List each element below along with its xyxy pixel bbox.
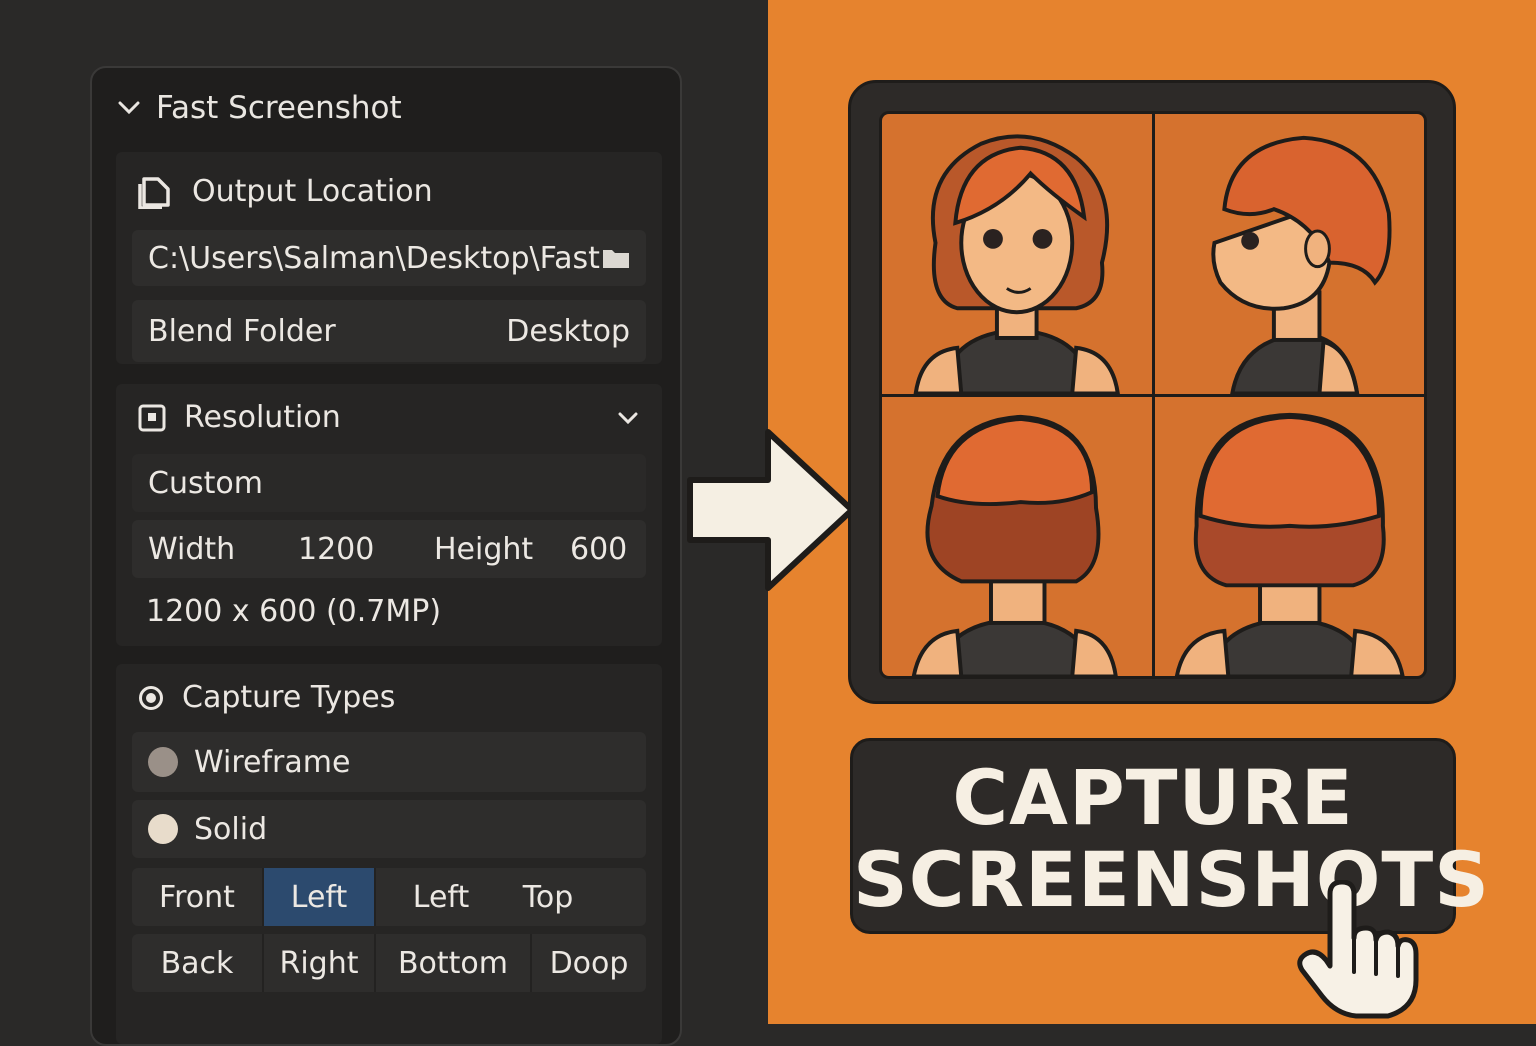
solid-label: Solid bbox=[194, 811, 268, 847]
capture-types-section: Capture Types Wireframe Solid Front Left… bbox=[116, 664, 662, 1044]
arrow-right-icon bbox=[687, 429, 855, 591]
folder-icon[interactable] bbox=[602, 247, 630, 269]
view-buttons-row-2: Back Right Bottom Doop bbox=[132, 934, 646, 992]
width-label: Width bbox=[148, 531, 236, 567]
back-view-image bbox=[1154, 396, 1424, 676]
resolution-size-row: Width 1200 Height 600 bbox=[132, 520, 646, 578]
panel-title: Fast Screenshot bbox=[156, 90, 402, 126]
cta-line-1: CAPTURE bbox=[952, 753, 1354, 842]
blend-folder-field[interactable]: Blend Folder Desktop bbox=[132, 300, 646, 362]
view-bottom-button[interactable]: Bottom bbox=[374, 934, 530, 992]
front-view-image bbox=[882, 114, 1152, 394]
solid-radio[interactable] bbox=[148, 814, 178, 844]
wireframe-radio[interactable] bbox=[148, 747, 178, 777]
output-location-header: Output Location bbox=[138, 174, 433, 209]
view-doop-button[interactable]: Doop bbox=[530, 934, 646, 992]
resolution-section: Resolution Custom Width 1200 Height 600 … bbox=[116, 384, 662, 646]
view-left-alt-button[interactable]: Left bbox=[374, 868, 506, 926]
view-buttons-row-1: Front Left Left Top bbox=[132, 868, 646, 926]
height-label: Height bbox=[434, 531, 534, 567]
capture-types-title: Capture Types bbox=[182, 680, 396, 715]
output-location-title: Output Location bbox=[192, 174, 433, 209]
file-icon bbox=[138, 176, 170, 209]
resolution-header[interactable]: Resolution bbox=[138, 400, 638, 435]
back-left-view-image bbox=[882, 396, 1152, 676]
view-grid bbox=[879, 111, 1427, 679]
blend-folder-label: Blend Folder bbox=[148, 313, 336, 349]
height-input[interactable]: 600 bbox=[570, 532, 627, 567]
output-path-value: C:\Users\Salman\Desktop\Fast bbox=[148, 240, 600, 276]
view-back-button[interactable]: Back bbox=[132, 934, 262, 992]
character-back-left-illustration bbox=[911, 414, 1118, 676]
output-location-section: Output Location C:\Users\Salman\Desktop\… bbox=[116, 152, 662, 364]
character-front-illustration bbox=[913, 134, 1120, 394]
fast-screenshot-panel: Fast Screenshot Output Location C:\Users… bbox=[90, 66, 682, 1046]
width-input[interactable]: 1200 bbox=[298, 532, 434, 567]
radio-icon bbox=[139, 685, 163, 710]
resolution-title: Resolution bbox=[184, 400, 341, 435]
blend-folder-value: Desktop bbox=[506, 313, 630, 349]
output-path-field[interactable]: C:\Users\Salman\Desktop\Fast bbox=[132, 230, 646, 286]
character-back-illustration bbox=[1174, 412, 1405, 676]
chevron-down-icon bbox=[118, 101, 140, 115]
wireframe-label: Wireframe bbox=[194, 744, 351, 780]
screenshot-preview-frame bbox=[848, 80, 1456, 704]
character-side-illustration bbox=[1210, 135, 1391, 394]
resolution-preset-select[interactable]: Custom bbox=[132, 454, 646, 512]
capture-types-header: Capture Types bbox=[138, 680, 395, 715]
panel-header[interactable]: Fast Screenshot bbox=[118, 88, 402, 128]
resolution-summary: 1200 x 600 (0.7MP) bbox=[146, 594, 442, 629]
side-view-image bbox=[1154, 114, 1424, 394]
view-front-button[interactable]: Front bbox=[132, 868, 262, 926]
view-top-button[interactable]: Top bbox=[506, 868, 590, 926]
chevron-down-icon bbox=[618, 412, 638, 424]
resolution-icon bbox=[138, 404, 166, 431]
pointer-hand-icon bbox=[1297, 880, 1419, 1019]
view-left-button[interactable]: Left bbox=[262, 868, 374, 926]
view-right-button[interactable]: Right bbox=[262, 934, 374, 992]
wireframe-option[interactable]: Wireframe bbox=[132, 732, 646, 792]
resolution-preset-value: Custom bbox=[148, 465, 263, 501]
solid-option[interactable]: Solid bbox=[132, 800, 646, 858]
